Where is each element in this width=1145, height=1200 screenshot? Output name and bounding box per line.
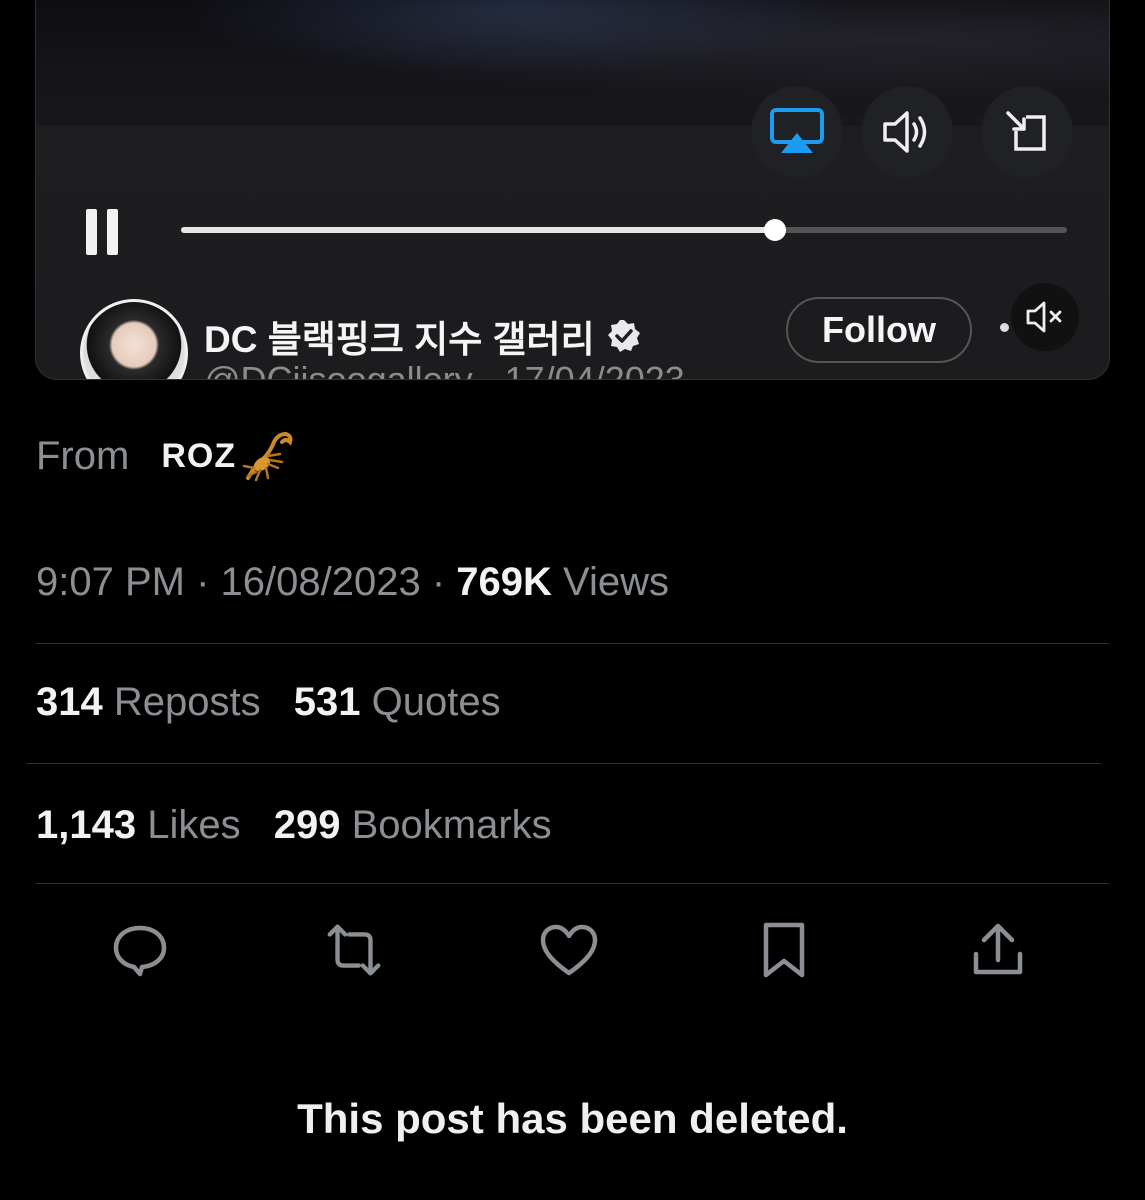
source-name[interactable]: ROZ <box>161 437 236 476</box>
volume-button[interactable] <box>861 86 953 178</box>
bookmarks-stat[interactable]: 299 Bookmarks <box>274 803 552 847</box>
embed-handle-date: @DCjisoogallery · 17/04/2023 <box>204 359 685 380</box>
progress-fill <box>181 227 775 233</box>
pause-button[interactable] <box>86 209 130 257</box>
reply-button[interactable] <box>108 918 172 982</box>
video-progress-bar[interactable] <box>181 219 1067 241</box>
follow-button[interactable]: Follow <box>786 297 972 363</box>
bookmarks-count: 299 <box>273 803 341 847</box>
views-label: Views <box>563 560 670 604</box>
like-icon <box>540 924 598 976</box>
embed-author-name[interactable]: DC 블랙핑크 지수 갤러리 <box>204 309 641 363</box>
likes-label: Likes <box>147 803 241 847</box>
like-button[interactable] <box>537 918 601 982</box>
share-icon <box>973 923 1023 975</box>
divider <box>36 883 1109 884</box>
quotes-stat[interactable]: 531 Quotes <box>294 680 501 724</box>
scorpion-icon <box>242 431 293 482</box>
embedded-video-card[interactable]: DC 블랙핑크 지수 갤러리 @DCjisoogallery · 17/04/2… <box>35 0 1110 380</box>
volume-icon <box>883 111 927 153</box>
post-timestamp-views: 9:07 PM · 16/08/2023 · 769K Views <box>36 560 670 604</box>
airplay-button[interactable] <box>751 86 843 178</box>
reposts-label: Reposts <box>113 680 261 724</box>
quotes-label: Quotes <box>371 680 501 724</box>
exit-fullscreen-button[interactable] <box>981 86 1073 178</box>
repost-button[interactable] <box>322 918 386 982</box>
airplay-icon <box>770 108 824 153</box>
verified-badge-icon <box>607 320 640 352</box>
likes-count: 1,143 <box>36 803 137 847</box>
engagement-row-reposts: 314 Reposts 531 Quotes <box>36 680 523 725</box>
post-source-row: From ROZ <box>36 428 296 484</box>
video-frame <box>36 0 1109 126</box>
quotes-count: 531 <box>293 680 361 724</box>
reposts-count: 314 <box>36 680 103 724</box>
pause-icon <box>86 209 97 255</box>
from-label: From <box>36 433 130 478</box>
author-name-text: DC 블랙핑크 지수 갤러리 <box>204 319 595 360</box>
bookmarks-label: Bookmarks <box>351 803 552 847</box>
avatar[interactable] <box>80 299 188 379</box>
share-button[interactable] <box>966 918 1030 982</box>
progress-scrubber[interactable] <box>763 219 786 241</box>
post-date[interactable]: 16/08/2023 <box>221 560 421 604</box>
reply-icon <box>113 925 167 977</box>
post-deleted-message: This post has been deleted. <box>297 1095 848 1142</box>
likes-stat[interactable]: 1,143 Likes <box>36 803 252 847</box>
mute-icon <box>1026 301 1062 333</box>
exit-fullscreen-icon <box>1006 111 1046 151</box>
reposts-stat[interactable]: 314 Reposts <box>36 680 272 724</box>
bookmark-button[interactable] <box>752 918 816 982</box>
repost-icon <box>327 924 381 976</box>
bookmark-icon <box>763 922 805 978</box>
engagement-row-likes: 1,143 Likes 299 Bookmarks <box>36 803 574 848</box>
divider <box>36 643 1109 644</box>
views-count: 769K <box>456 560 552 604</box>
post-time[interactable]: 9:07 PM <box>36 560 185 604</box>
mute-button[interactable] <box>1011 283 1079 351</box>
divider <box>26 763 1101 764</box>
